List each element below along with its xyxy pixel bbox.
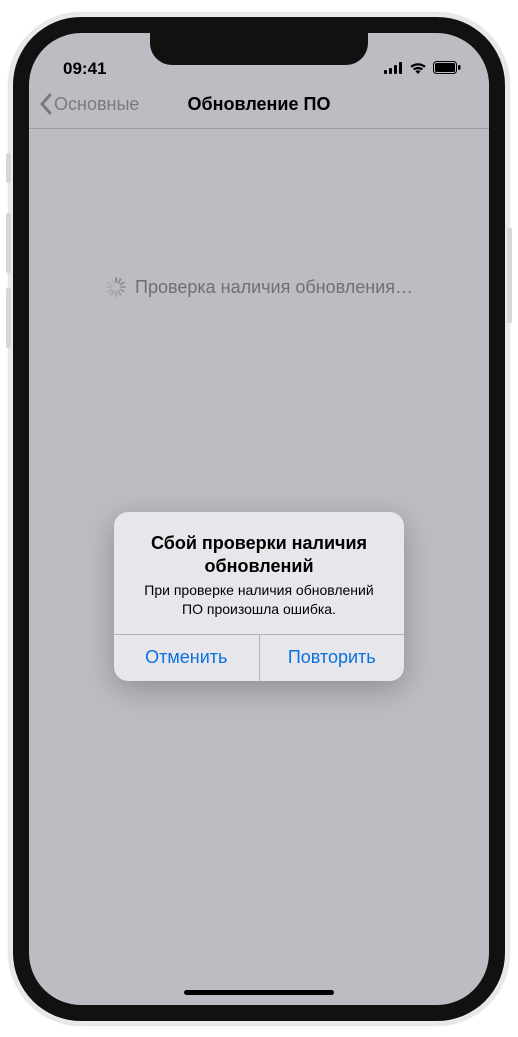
screen: 09:41 bbox=[29, 33, 489, 1005]
volume-down-button bbox=[6, 288, 11, 348]
alert-message: При проверке наличия обновлений ПО произ… bbox=[132, 581, 386, 617]
notch bbox=[150, 33, 368, 65]
cellular-signal-icon bbox=[384, 59, 403, 79]
phone-frame: 09:41 bbox=[9, 13, 509, 1025]
volume-up-button bbox=[6, 213, 11, 273]
content-area: Проверка наличия обновления… Сбой провер… bbox=[29, 129, 489, 1005]
cancel-button[interactable]: Отменить bbox=[114, 635, 259, 681]
alert-title: Сбой проверки наличия обновлений bbox=[132, 532, 386, 577]
back-button[interactable]: Основные bbox=[39, 93, 139, 115]
back-button-label: Основные bbox=[54, 94, 139, 115]
alert-backdrop: Сбой проверки наличия обновлений При про… bbox=[29, 129, 489, 1005]
alert-dialog: Сбой проверки наличия обновлений При про… bbox=[114, 512, 404, 680]
home-indicator[interactable] bbox=[184, 990, 334, 995]
navigation-bar: Основные Обновление ПО bbox=[29, 81, 489, 129]
wifi-icon bbox=[409, 59, 427, 79]
battery-icon bbox=[433, 59, 461, 79]
mute-switch bbox=[6, 153, 11, 183]
chevron-left-icon bbox=[39, 93, 52, 115]
status-time: 09:41 bbox=[63, 59, 106, 79]
retry-button[interactable]: Повторить bbox=[259, 635, 405, 681]
side-button bbox=[507, 228, 512, 323]
